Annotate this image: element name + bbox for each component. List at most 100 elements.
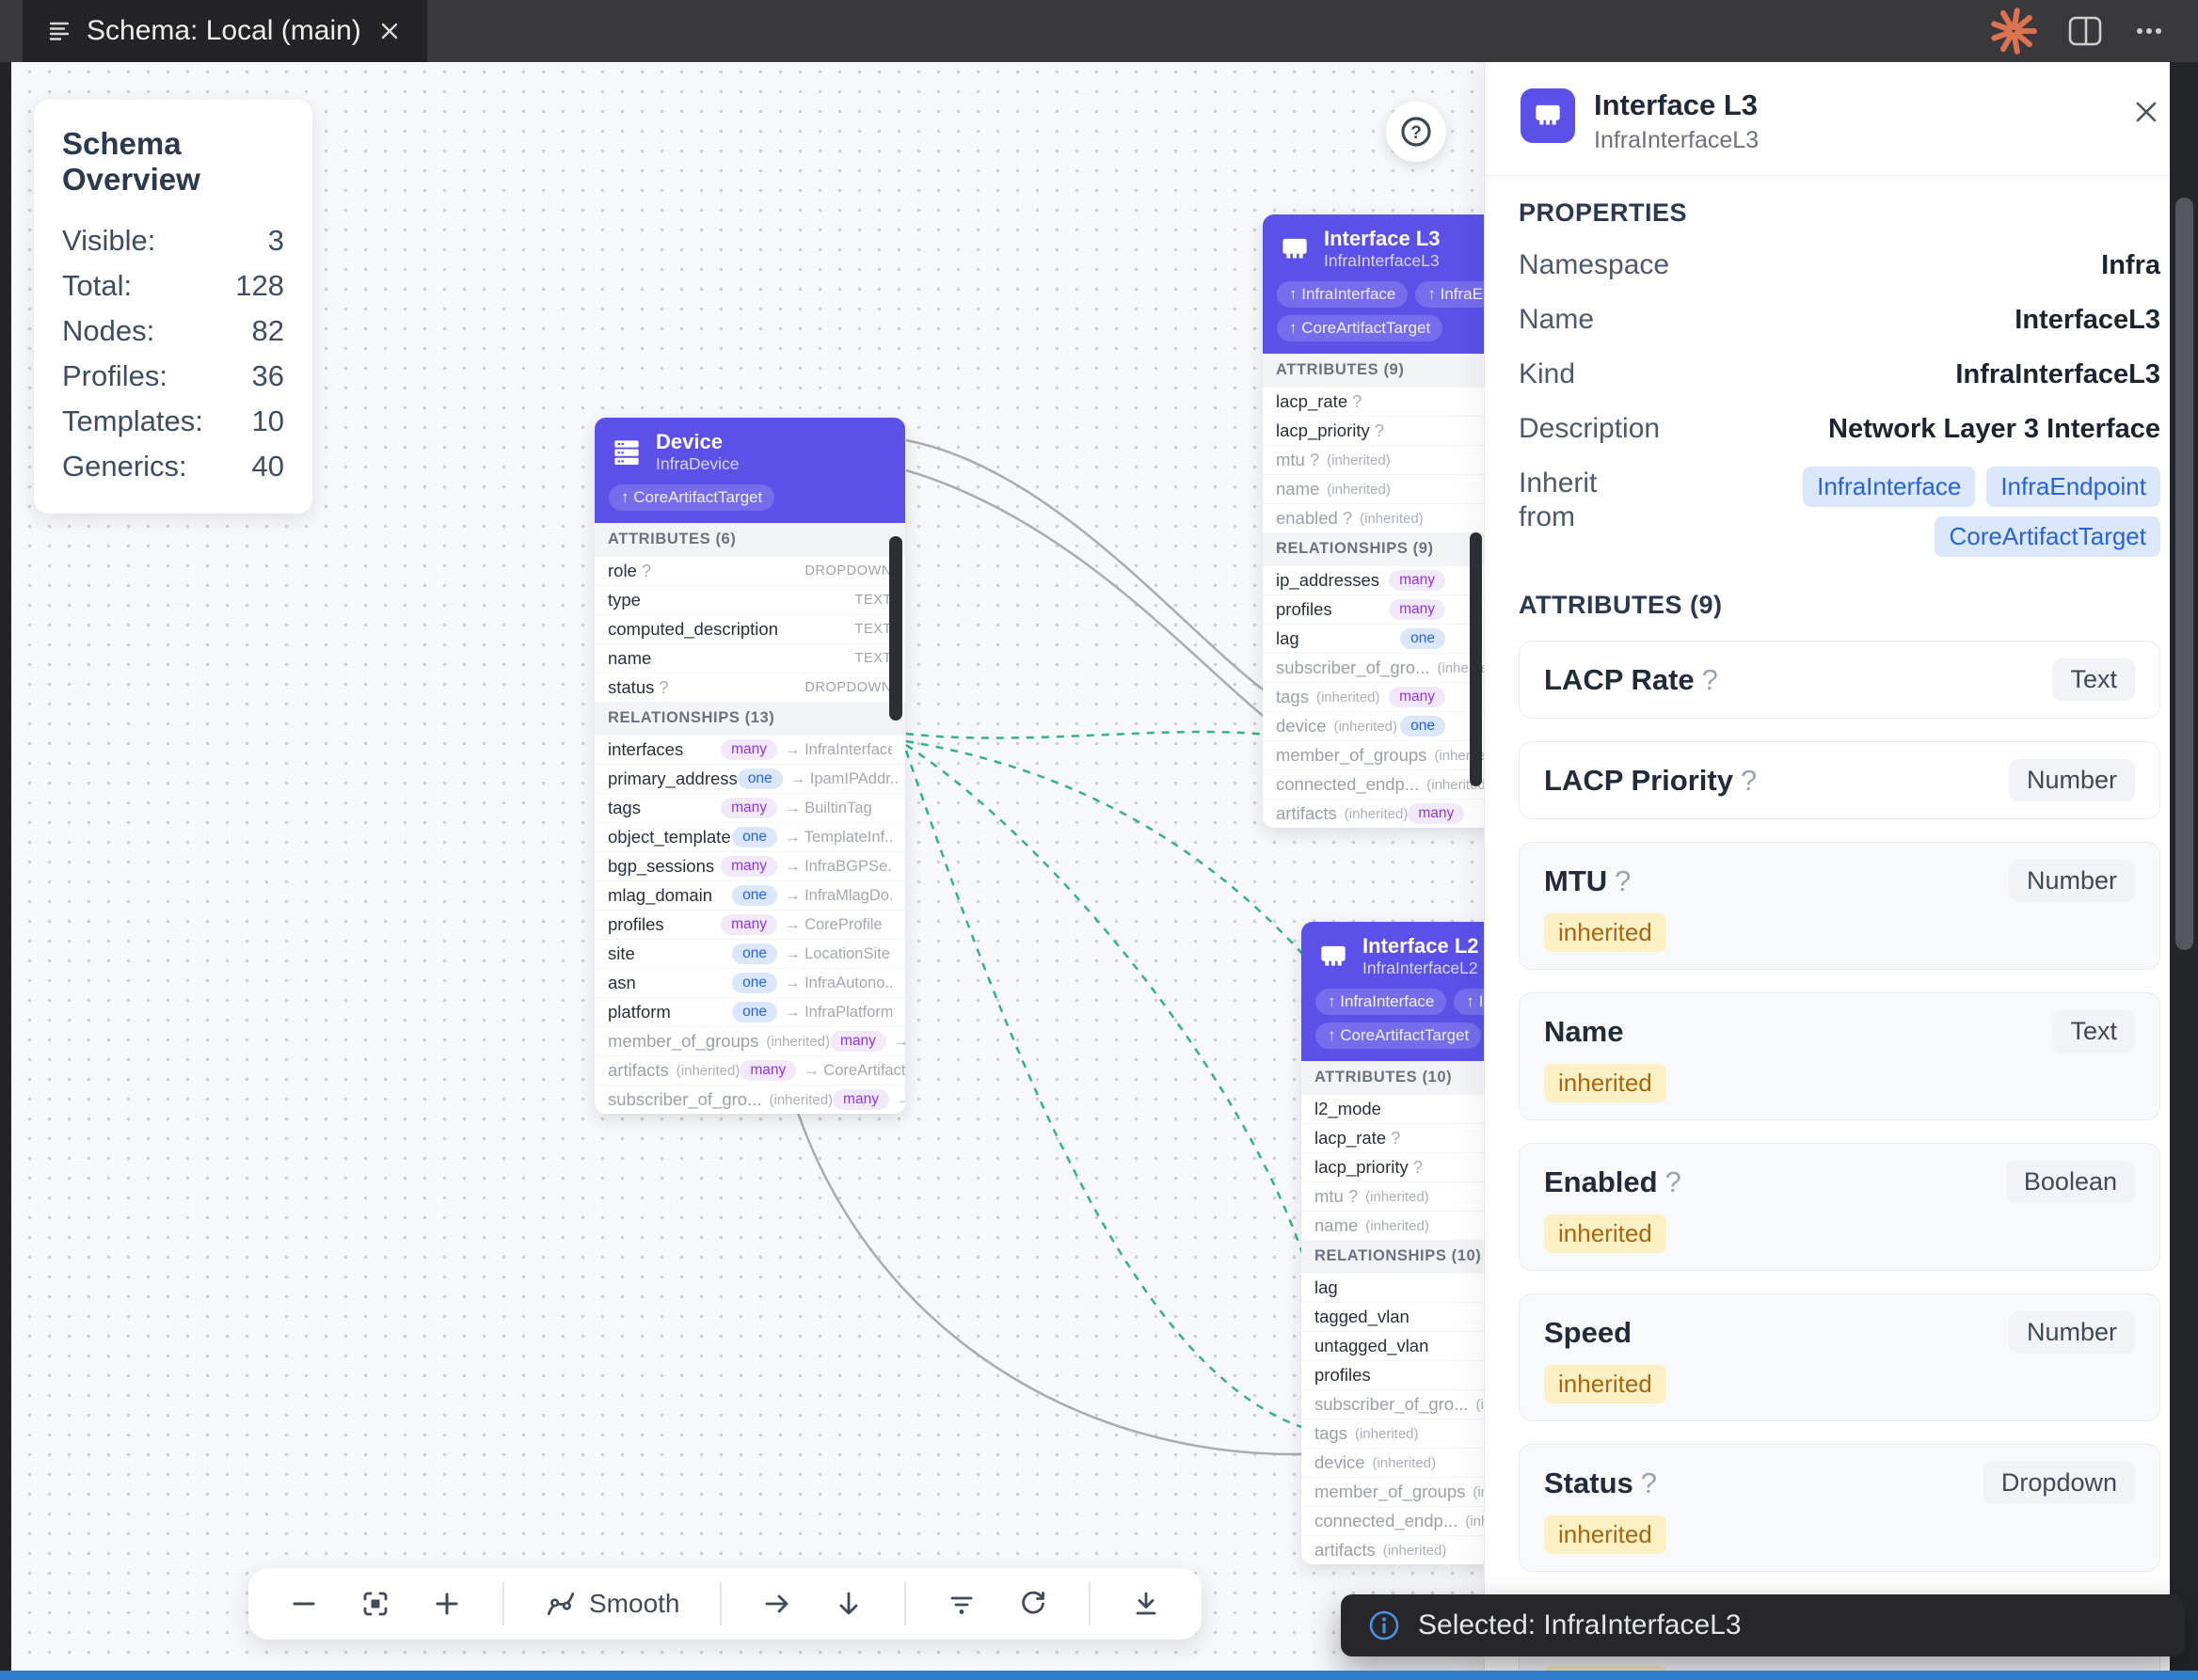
cardinality-badge: one — [732, 943, 777, 964]
relationship-name: tags — [1314, 1423, 1347, 1444]
inherit-badge[interactable]: ↑ CoreArtifactTarget — [609, 484, 774, 511]
node-kind: InfraInterfaceL3 — [1324, 251, 1441, 271]
relationship-target: → CoreProfile — [785, 916, 892, 934]
attribute-name: name — [608, 648, 651, 669]
property-row: NameInterfaceL3 — [1519, 303, 2160, 337]
inherited-label: (inherited) — [766, 1034, 830, 1050]
attribute-name: Enabled? — [1544, 1165, 1681, 1200]
layout-horizontal-button[interactable] — [761, 1588, 793, 1620]
inherit-badge[interactable]: ↑ InfraInterface — [1277, 281, 1408, 308]
window-titlebar: Schema: Local (main) — [0, 0, 2198, 62]
inherited-badge: inherited — [1544, 1365, 1666, 1403]
zoom-in-button[interactable] — [431, 1588, 463, 1620]
property-row: DescriptionNetwork Layer 3 Interface — [1519, 412, 2160, 446]
relationships-section-header: RELATIONSHIPS (13) — [595, 702, 905, 735]
relationship-name: tags — [1276, 687, 1309, 707]
panel-scrollbar-track[interactable] — [2170, 62, 2198, 1680]
split-panel-icon[interactable] — [2066, 14, 2104, 48]
attribute-card: Enabled? Boolean inherited — [1519, 1143, 2160, 1271]
relationship-name: lag — [1314, 1277, 1338, 1298]
inherit-badge[interactable]: ↑ CoreArtifactTarget — [1315, 1022, 1481, 1049]
overview-stat-row: Generics:40 — [62, 444, 284, 489]
inherited-badge: inherited — [1544, 1214, 1666, 1253]
inherited-label: (inherited) — [1360, 511, 1424, 527]
relationship-name: bgp_sessions — [608, 856, 714, 877]
inherit-badge[interactable]: ↑ CoreArtifactTarget — [1277, 315, 1442, 341]
attribute-name: lacp_rate — [1276, 391, 1347, 412]
property-value: InterfaceL3 — [2015, 303, 2160, 337]
attribute-type-badge: Text — [2052, 658, 2135, 701]
attribute-type-badge: Boolean — [2006, 1161, 2135, 1203]
inherit-badge[interactable]: ↑ InfraInterface — [1315, 989, 1446, 1015]
relationship-name: artifacts — [1276, 803, 1337, 824]
relationship-name: subscriber_of_gro... — [608, 1089, 762, 1110]
relationship-target: → IpamIPAddr... — [790, 770, 898, 788]
attribute-type: DROPDOWN — [804, 563, 892, 578]
relationship-name: subscriber_of_gro... — [1276, 658, 1430, 678]
relationship-target: → BuiltinTag — [785, 800, 892, 817]
relationship-name: member_of_groups — [1276, 745, 1426, 766]
panel-title: Interface L3 — [1594, 88, 1759, 122]
tab-close-icon[interactable] — [376, 18, 403, 44]
relationship-target: → InfraBGPSe... — [785, 858, 892, 876]
edge — [906, 741, 1304, 956]
relationship-name: member_of_groups — [1314, 1482, 1465, 1502]
attribute-name: computed_description — [608, 619, 778, 640]
node-title: Device — [656, 430, 740, 454]
close-icon[interactable] — [2130, 96, 2162, 133]
detail-panel-header: Interface L3 InfraInterfaceL3 — [1485, 62, 2198, 176]
filter-button[interactable] — [946, 1588, 978, 1620]
relationship-name: connected_endp... — [1314, 1511, 1457, 1531]
panel-subtitle: InfraInterfaceL3 — [1594, 127, 1759, 154]
tab-schema[interactable]: Schema: Local (main) — [23, 0, 427, 62]
device-node-scrollbar[interactable] — [889, 536, 902, 721]
stat-label: Total: — [62, 269, 132, 303]
cardinality-badge: one — [732, 885, 777, 906]
attribute-name: lacp_priority — [1314, 1157, 1409, 1178]
refresh-button[interactable] — [1017, 1588, 1049, 1620]
relationship-name: platform — [608, 1002, 671, 1022]
schema-node-device[interactable]: DeviceInfraDevice↑ CoreArtifactTargetATT… — [595, 418, 905, 1114]
cardinality-badge: many — [721, 914, 777, 935]
interface-l3-node-scrollbar[interactable] — [1470, 532, 1482, 786]
ethernet-icon — [1277, 231, 1313, 267]
more-options-icon[interactable] — [2132, 14, 2166, 48]
inherit-from-badge[interactable]: CoreArtifactTarget — [1935, 516, 2160, 557]
layout-vertical-button[interactable] — [833, 1588, 865, 1620]
smooth-edges-button[interactable]: Smooth — [544, 1587, 680, 1621]
attribute-row: role?DROPDOWN — [595, 556, 905, 585]
app-logo-starburst-icon[interactable] — [1989, 7, 2038, 55]
schema-overview-card: Schema Overview Visible:3Total:128Nodes:… — [34, 100, 312, 514]
fit-view-button[interactable] — [359, 1588, 391, 1620]
attribute-type-badge: Number — [2009, 1311, 2135, 1354]
cardinality-badge: many — [1389, 687, 1445, 707]
stat-value: 36 — [252, 359, 284, 393]
property-label: Inherit from — [1519, 467, 1660, 534]
relationship-target: → CoreGroup — [897, 1091, 905, 1109]
stat-value: 40 — [252, 450, 284, 483]
inherit-from-badge[interactable]: InfraInterface — [1803, 467, 1975, 507]
optional-marker: ? — [1665, 1165, 1681, 1198]
download-button[interactable] — [1130, 1588, 1162, 1620]
inherited-badge: inherited — [1544, 1515, 1666, 1554]
schema-list-icon — [47, 19, 72, 43]
relationship-name: artifacts — [608, 1060, 669, 1081]
attribute-name: lacp_rate — [1314, 1128, 1386, 1149]
cardinality-badge: many — [1408, 803, 1464, 824]
attribute-name: Name — [1544, 1014, 1623, 1050]
edge — [906, 732, 1266, 738]
help-button[interactable]: ? — [1386, 102, 1446, 162]
panel-scrollbar-thumb[interactable] — [2175, 198, 2193, 950]
relationship-name: lag — [1276, 628, 1299, 649]
relationship-row: object_templateone→ TemplateInf... — [595, 822, 905, 851]
zoom-out-button[interactable] — [288, 1588, 320, 1620]
attribute-row: computed_descriptionTEXT — [595, 614, 905, 643]
cardinality-badge: many — [1389, 599, 1445, 620]
optional-marker: ? — [642, 561, 651, 581]
relationship-name: untagged_vlan — [1314, 1336, 1428, 1356]
inherited-label: (inherited) — [1372, 1455, 1436, 1471]
attribute-name: lacp_priority — [1276, 420, 1370, 441]
canvas-toolbar: Smooth — [248, 1568, 1202, 1640]
relationship-row: member_of_groups(inherited)many→ CoreGro… — [595, 1026, 905, 1055]
inherit-from-badge[interactable]: InfraEndpoint — [1986, 467, 2160, 507]
